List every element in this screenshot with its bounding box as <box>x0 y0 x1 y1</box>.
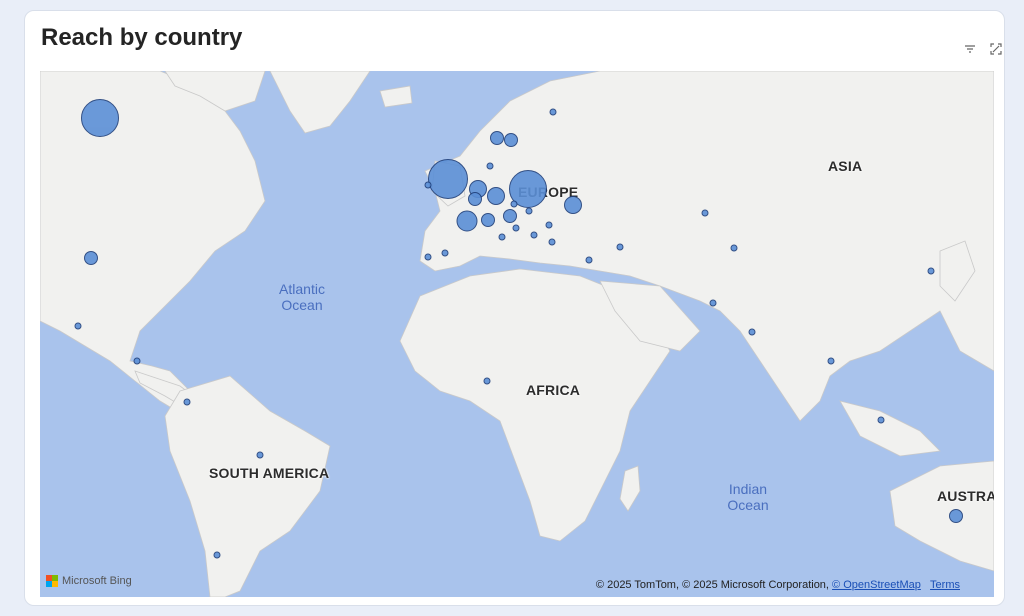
visual-title: Reach by country <box>41 24 243 51</box>
focus-mode-icon[interactable] <box>988 41 1004 57</box>
ocean-label-line: Indian <box>728 481 768 497</box>
madagascar-land <box>619 465 641 512</box>
map-landmass <box>40 71 994 597</box>
bubble-pakistan[interactable] <box>709 299 717 307</box>
map-visual-card: Reach by country Atlantic Ocean Indian O… <box>24 10 1005 606</box>
bubble-romania[interactable] <box>530 231 538 239</box>
bubble-czechia[interactable] <box>510 200 518 208</box>
ocean-label-line: Atlantic <box>279 281 325 297</box>
microsoft-logo-icon <box>46 575 58 587</box>
world-map[interactable]: Atlantic Ocean Indian Ocean EUROPE ASIA … <box>40 71 994 597</box>
bubble-ukraine[interactable] <box>564 196 582 214</box>
bubble-finland[interactable] <box>549 108 557 116</box>
bubble-germany[interactable] <box>487 187 505 205</box>
indian-ocean-label: Indian Ocean <box>718 481 778 513</box>
bubble-norway[interactable] <box>490 131 504 145</box>
osm-link[interactable]: © OpenStreetMap <box>832 579 921 591</box>
bubble-united-kingdom[interactable] <box>428 159 468 199</box>
map-attribution: © 2025 TomTom, © 2025 Microsoft Corporat… <box>596 579 960 591</box>
atlantic-ocean-label: Atlantic Ocean <box>272 281 332 313</box>
southeast-asia-islands-land <box>839 400 941 457</box>
bubble-brazil[interactable] <box>256 451 264 459</box>
bubble-kazakhstan[interactable] <box>701 209 709 217</box>
bubble-mexico[interactable] <box>74 322 82 330</box>
bubble-switzerland[interactable] <box>481 213 495 227</box>
bubble-georgia[interactable] <box>616 243 624 251</box>
south-america-land <box>164 375 331 597</box>
bing-brand: Microsoft Bing <box>46 575 132 587</box>
attribution-text: © 2025 TomTom, © 2025 Microsoft Corporat… <box>595 579 833 591</box>
filter-icon[interactable] <box>962 41 978 57</box>
bubble-ireland[interactable] <box>424 181 432 189</box>
asia-label: ASIA <box>828 158 863 174</box>
bubble-usa[interactable] <box>84 251 98 265</box>
bubble-kyrgyzstan[interactable] <box>730 244 738 252</box>
terms-link[interactable]: Terms <box>930 579 960 591</box>
bubble-borneo[interactable] <box>877 416 885 424</box>
bubble-slovenia[interactable] <box>512 224 520 232</box>
brand-text: Microsoft Bing <box>62 575 132 587</box>
ocean-label-line: Ocean <box>727 497 769 513</box>
bubble-austria[interactable] <box>503 209 517 223</box>
bubble-thailand[interactable] <box>827 357 835 365</box>
bubble-serbia[interactable] <box>545 221 553 229</box>
bubble-india[interactable] <box>748 328 756 336</box>
bubble-australia[interactable] <box>949 509 963 523</box>
bubble-south-korea[interactable] <box>927 267 935 275</box>
bubble-italy[interactable] <box>498 233 506 241</box>
bubble-portugal[interactable] <box>424 253 432 261</box>
africa-label: AFRICA <box>526 382 581 398</box>
ocean-label-line: Ocean <box>281 297 323 313</box>
visual-header-icons <box>962 41 1004 57</box>
iceland-land <box>379 85 413 108</box>
bubble-nigeria[interactable] <box>483 377 491 385</box>
north-america-land <box>40 71 266 417</box>
bubble-spain[interactable] <box>441 249 449 257</box>
bubble-bulgaria[interactable] <box>548 238 556 246</box>
greenland-land <box>269 71 371 134</box>
bubble-belgium[interactable] <box>468 192 482 206</box>
bubble-france[interactable] <box>456 210 478 232</box>
bubble-sweden[interactable] <box>504 133 518 147</box>
australia-label: AUSTRA <box>937 488 994 504</box>
bubble-turkey[interactable] <box>585 256 593 264</box>
bubble-hungary[interactable] <box>525 207 533 215</box>
australia-land <box>889 460 994 572</box>
bubble-canada-north[interactable] <box>81 99 119 137</box>
bubble-denmark[interactable] <box>486 162 494 170</box>
south-america-label: SOUTH AMERICA <box>209 465 330 481</box>
bubble-argentina[interactable] <box>213 551 221 559</box>
bubble-central-america[interactable] <box>133 357 141 365</box>
bubble-colombia[interactable] <box>183 398 191 406</box>
